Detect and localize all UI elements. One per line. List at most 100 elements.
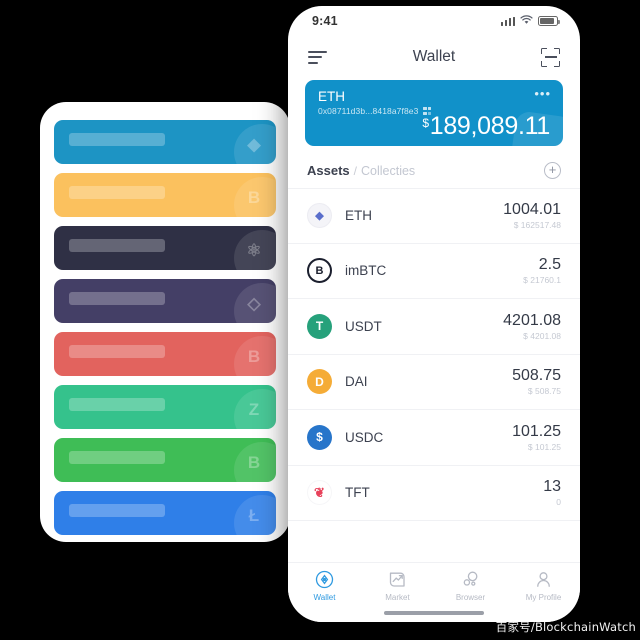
asset-symbol: ETH [345,208,372,224]
wallet-balance-card[interactable]: ETH 0x08711d3b...8418a7f8e3 ••• $ 189,08… [305,80,563,146]
tab-browser[interactable]: Browser [434,570,507,602]
tab-label: Browser [455,593,486,602]
asset-amount: 508.75 [512,367,561,385]
tab-collectibles[interactable]: Collecties [361,164,415,178]
asset-row[interactable]: BimBTC 2.5 $ 21760.1 [288,244,580,299]
tab-wallet[interactable]: Wallet [288,570,361,602]
coin-card-list: ◆ B ⚛ ◇ В Z B Ł [54,120,276,535]
coin-card-placeholder-bar [69,451,165,464]
asset-row[interactable]: $ USDC 101.25 $ 101.25 [288,410,580,466]
user-profile-icon [534,570,553,589]
tab-label: Wallet [313,593,336,602]
dai-token-icon: D [307,369,332,395]
page-title: Wallet [412,48,456,65]
coin-card-placeholder-bar [69,504,165,517]
coin-card-placeholder-bar [69,186,165,199]
asset-amount: 101.25 [512,422,561,440]
asset-row[interactable]: ❦ TFT 13 0 [288,466,580,521]
asset-row[interactable]: D DAI 508.75 $ 508.75 [288,355,580,410]
zec-watermark-icon: Z [234,389,276,429]
total-balance-value: 189,089.11 [429,112,551,140]
asset-fiat-value: $ 4201.08 [523,330,561,341]
coin-card-bsv[interactable]: B [54,438,276,482]
eth-watermark-icon: ◆ [234,124,276,164]
coin-card-placeholder-bar [69,239,165,252]
asset-values: 2.5 $ 21760.1 [523,256,561,285]
asset-fiat-value: 0 [556,497,561,508]
coin-card-placeholder-bar [69,398,165,411]
asset-values: 4201.08 $ 4201.08 [503,312,561,341]
asset-values: 1004.01 $ 162517.48 [503,201,561,230]
tab-separator: / [353,163,357,178]
asset-values: 101.25 $ 101.25 [512,423,561,452]
tab-my-profile[interactable]: My Profile [507,570,580,602]
coin-card-placeholder-bar [69,292,165,305]
xrp-watermark-icon: ◇ [234,283,276,323]
asset-amount: 2.5 [538,256,561,274]
ltc-watermark-icon: Ł [234,495,276,535]
coin-card-zec[interactable]: Z [54,385,276,429]
tab-market[interactable]: Market [361,570,434,602]
btc-watermark-icon: B [234,177,276,217]
battery-icon [538,16,560,26]
asset-symbol: USDT [345,318,382,334]
asset-row[interactable]: ◆ ETH 1004.01 $ 162517.48 [288,188,580,244]
eth-token-icon: ◆ [307,203,332,229]
total-balance: $ 189,089.11 [422,112,550,141]
currency-symbol: $ [422,116,429,130]
coin-card-ltc[interactable]: Ł [54,491,276,535]
wifi-icon [520,12,533,30]
asset-list: ◆ ETH 1004.01 $ 162517.48 BimBTC 2.5 $ 21760.1… [288,188,580,562]
bottom-tab-bar: Wallet Market Browser My Profile [288,562,580,622]
nav-bar: Wallet [288,36,580,78]
asset-fiat-value: $ 101.25 [527,441,561,452]
asset-amount: 13 [543,478,561,496]
asset-values: 508.75 $ 508.75 [512,367,561,396]
asset-symbol: USDC [345,429,384,445]
eos-watermark-icon: ⚛ [234,230,276,270]
asset-symbol: DAI [345,374,368,390]
asset-symbol: TFT [345,485,370,501]
status-indicators [500,12,560,30]
home-indicator [384,611,484,615]
coin-card-eos[interactable]: ⚛ [54,226,276,270]
signal-bars-icon [500,16,515,26]
coin-card-placeholder-bar [69,133,165,146]
phone-mockup: 9:41 Wallet ETH 0x08711d3b...8418a7f8e3 … [288,6,580,622]
bsv-watermark-icon: B [234,442,276,482]
tab-label: Market [385,593,410,602]
screenshot-root: ◆ B ⚛ ◇ В Z B Ł 9:41 Wallet ETH 0x08711d… [0,0,640,640]
wallet-diamond-icon [315,570,334,589]
hamburger-menu-icon[interactable] [308,50,327,64]
bch-watermark-icon: В [234,336,276,376]
source-watermark: 百家号/BlockchainWatch [495,620,636,634]
market-chart-icon [388,570,407,589]
coin-card-stack-panel: ◆ B ⚛ ◇ В Z B Ł [40,102,290,542]
coin-card-xrp[interactable]: ◇ [54,279,276,323]
asset-fiat-value: $ 21760.1 [523,275,561,286]
coin-card-eth[interactable]: ◆ [54,120,276,164]
asset-fiat-value: $ 162517.48 [513,220,561,231]
coin-card-bch[interactable]: В [54,332,276,376]
tab-assets[interactable]: Assets [307,163,350,178]
coin-card-btc[interactable]: B [54,173,276,217]
wallet-name: ETH [318,89,345,104]
wallet-address: 0x08711d3b...8418a7f8e3 [318,106,419,116]
asset-fiat-value: $ 508.75 [527,386,561,397]
tft-token-icon: ❦ [307,480,332,506]
card-more-options-button[interactable]: ••• [534,87,551,100]
browser-bubbles-icon [461,570,480,589]
assets-header: Assets / Collecties + [288,146,580,188]
plus-icon[interactable]: + [544,162,561,179]
status-clock: 9:41 [312,14,338,28]
usdt-token-icon: T [307,313,332,339]
asset-row[interactable]: T USDT 4201.08 $ 4201.08 [288,299,580,355]
scan-qr-icon[interactable] [541,47,560,67]
imbtc-token-icon: B [307,258,332,284]
asset-symbol: imBTC [345,263,387,279]
status-bar: 9:41 [288,6,580,36]
tab-list: Wallet Market Browser My Profile [288,570,580,602]
asset-amount: 1004.01 [503,201,561,219]
asset-amount: 4201.08 [503,311,561,329]
asset-values: 13 0 [543,478,561,507]
